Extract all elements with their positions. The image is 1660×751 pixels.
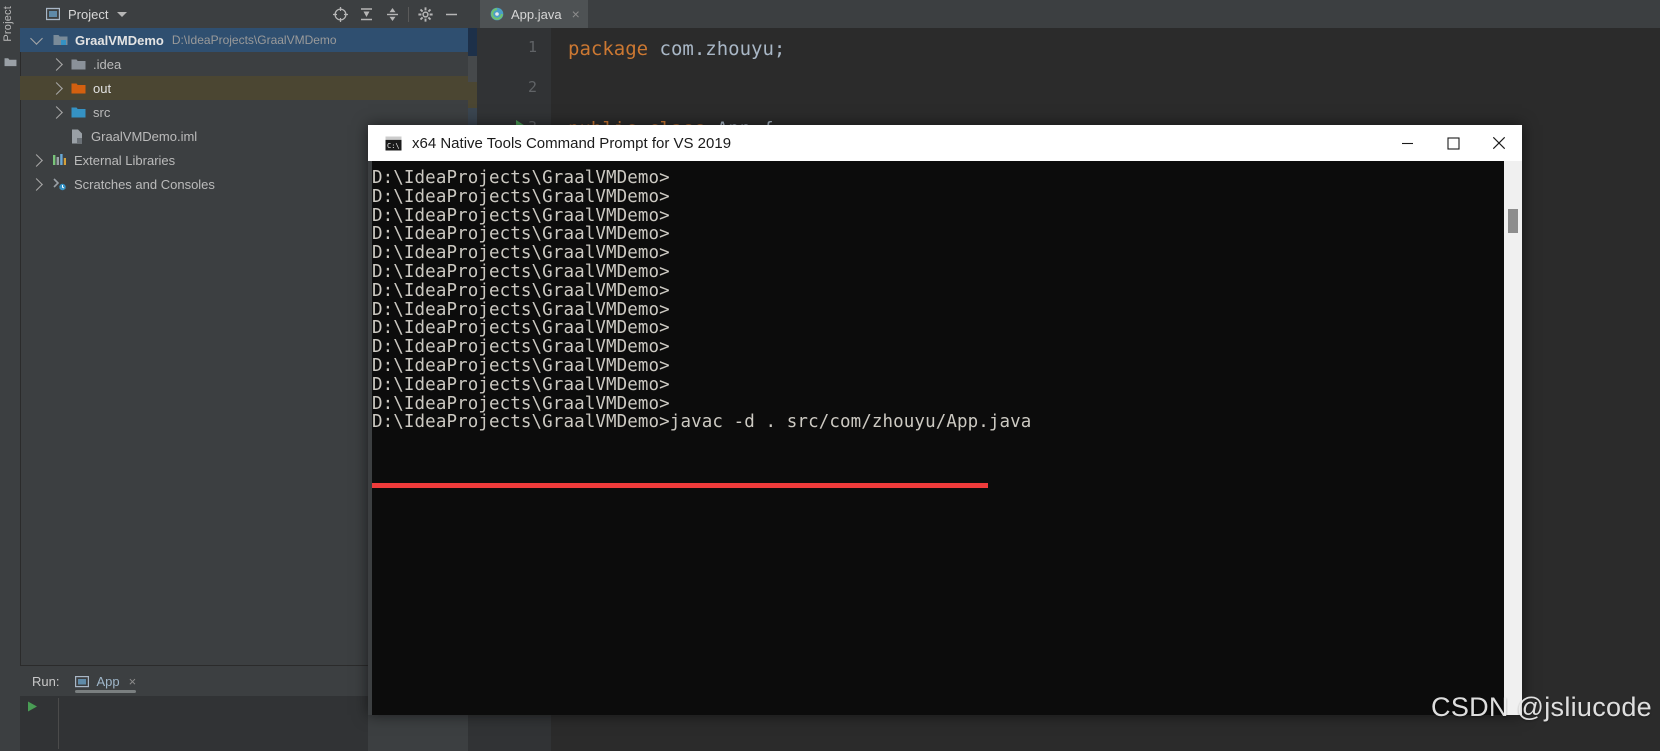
- chevron-right-icon[interactable]: [50, 82, 63, 95]
- iml-file-icon: [70, 129, 84, 144]
- folder-gray-icon: [71, 58, 86, 71]
- maximize-button[interactable]: [1430, 125, 1476, 161]
- project-panel-title: Project: [68, 7, 108, 22]
- run-console-toolbar[interactable]: [26, 700, 50, 718]
- hide-panel-icon[interactable]: [438, 0, 464, 28]
- chevron-right-icon[interactable]: [30, 178, 43, 191]
- libraries-icon: [52, 153, 67, 167]
- run-tool-window: Run: App ×: [20, 665, 368, 751]
- run-tool-window-header: Run: App ×: [20, 666, 368, 696]
- toolbar-divider: [408, 7, 409, 22]
- command-highlight-underline: [372, 483, 988, 488]
- tree-label: Scratches and Consoles: [74, 177, 215, 192]
- chevron-down-icon[interactable]: [117, 12, 127, 17]
- svg-text:C:\: C:\: [387, 142, 400, 150]
- tree-label: src: [93, 105, 110, 120]
- locate-icon[interactable]: [327, 0, 353, 28]
- marker-stripe-gray: [468, 56, 477, 82]
- minimize-button[interactable]: [1384, 125, 1430, 161]
- chevron-right-icon[interactable]: [30, 154, 43, 167]
- tool-window-button-project[interactable]: Project: [2, 6, 14, 42]
- chevron-right-icon[interactable]: [50, 106, 63, 119]
- run-console-divider: [58, 698, 59, 749]
- chevron-down-icon[interactable]: [30, 32, 43, 45]
- run-config-icon: [75, 675, 89, 688]
- left-tool-strip: Project: [0, 0, 21, 751]
- close-icon[interactable]: ×: [129, 674, 137, 689]
- chevron-right-icon[interactable]: [50, 58, 63, 71]
- folder-icon[interactable]: [4, 56, 17, 67]
- project-panel-toolbar: [327, 0, 464, 28]
- folder-blue-icon: [71, 106, 86, 119]
- run-console[interactable]: [20, 696, 368, 751]
- project-panel-header: Project: [20, 0, 468, 28]
- close-button[interactable]: [1476, 125, 1522, 161]
- tree-row-out[interactable]: out: [20, 76, 468, 100]
- code-keyword: package: [568, 38, 648, 60]
- cmd-console-icon: C:\: [385, 136, 402, 151]
- editor-tab-label: App.java: [511, 7, 562, 22]
- collapse-all-icon[interactable]: [379, 0, 405, 28]
- folder-orange-icon: [71, 82, 86, 95]
- marker-stripe-blue: [468, 28, 477, 56]
- tree-label: out: [93, 81, 111, 96]
- minimize-icon: [1401, 137, 1414, 150]
- maximize-icon: [1447, 137, 1460, 150]
- line-number: 2: [528, 78, 537, 96]
- tree-row-idea[interactable]: .idea: [20, 52, 468, 76]
- cmd-console-body[interactable]: D:\IdeaProjects\GraalVMDemo> D:\IdeaProj…: [368, 161, 1522, 715]
- editor-tab-bar: App.java ×: [468, 0, 1660, 28]
- code-rest: com.zhouyu;: [648, 38, 785, 60]
- code-line-1: package com.zhouyu;: [568, 38, 785, 60]
- line-number: 1: [528, 38, 537, 56]
- java-class-icon: [490, 7, 504, 21]
- cmd-title-bar[interactable]: C:\ x64 Native Tools Command Prompt for …: [368, 125, 1522, 161]
- run-tab-label: App: [96, 674, 119, 689]
- cmd-title-label: x64 Native Tools Command Prompt for VS 2…: [412, 135, 731, 152]
- tree-path: D:\IdeaProjects\GraalVMDemo: [172, 33, 337, 47]
- tree-label: GraalVMDemo.iml: [91, 129, 197, 144]
- editor-tab-app-java[interactable]: App.java ×: [480, 0, 588, 30]
- tree-label: .idea: [93, 57, 121, 72]
- run-label: Run:: [32, 674, 59, 689]
- close-icon: [1492, 136, 1506, 150]
- marker-stripe-olive: [468, 82, 477, 108]
- watermark: CSDN @jsliucode: [1431, 692, 1652, 723]
- cmd-window[interactable]: C:\ x64 Native Tools Command Prompt for …: [368, 125, 1522, 715]
- cmd-window-controls: [1384, 125, 1522, 161]
- cmd-vertical-scrollbar[interactable]: [1504, 161, 1522, 715]
- project-window-icon: [46, 7, 60, 21]
- tree-label: GraalVMDemo: [75, 33, 164, 48]
- tree-row-src[interactable]: src: [20, 100, 468, 124]
- tree-row-graalvmdemo[interactable]: GraalVMDemo D:\IdeaProjects\GraalVMDemo: [20, 28, 468, 52]
- scratches-icon: [52, 177, 67, 191]
- cmd-scrollbar-thumb[interactable]: [1508, 209, 1518, 233]
- module-icon: [53, 33, 68, 47]
- rerun-icon[interactable]: [26, 700, 39, 713]
- expand-all-icon[interactable]: [353, 0, 379, 28]
- close-icon[interactable]: ×: [572, 7, 580, 21]
- gear-icon[interactable]: [412, 0, 438, 28]
- cmd-output: D:\IdeaProjects\GraalVMDemo> D:\IdeaProj…: [372, 169, 1522, 432]
- run-tab-underline: [75, 690, 136, 693]
- tree-label: External Libraries: [74, 153, 175, 168]
- run-tab-app[interactable]: App ×: [75, 666, 136, 696]
